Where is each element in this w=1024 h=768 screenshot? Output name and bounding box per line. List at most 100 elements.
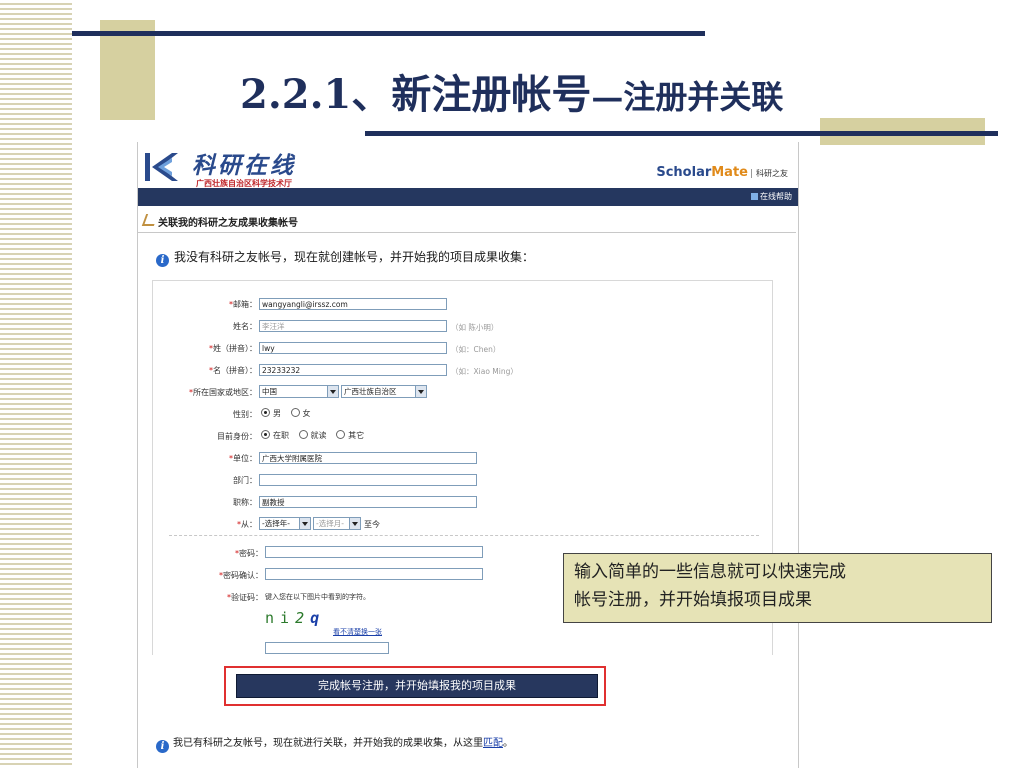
gender-row: 性别： xyxy=(153,408,257,420)
brand-part1: Sch xyxy=(656,165,683,180)
help-icon xyxy=(751,193,758,200)
captcha-instruction: 键入您在以下图片中看到的字符。 xyxy=(265,593,370,601)
callout-line-1: 输入简单的一些信息就可以快速完成 xyxy=(574,562,846,582)
dept-label: 部门： xyxy=(233,476,257,485)
region-row: *所在国家或地区： xyxy=(153,386,257,398)
gender-options: 男 女 xyxy=(261,408,318,419)
slide-title: 2.2.1、新注册帐号—注册并关联 xyxy=(240,62,783,120)
captcha-image: ni2q xyxy=(265,609,325,627)
radio-checked-icon xyxy=(261,408,270,417)
gender-male-radio[interactable]: 男 xyxy=(261,408,281,418)
month-value: -选择月- xyxy=(316,519,344,528)
month-select[interactable]: -选择月- xyxy=(313,517,361,530)
notice-link-account: i 我已有科研之友帐号，现在就进行关联，并开始我的成果收集，从这里匹配。 xyxy=(156,734,513,753)
job-title-label: 职称： xyxy=(233,498,257,507)
radio-checked-icon xyxy=(261,430,270,439)
identity-employed-radio[interactable]: 在职 xyxy=(261,430,289,440)
site-name: 科研在线 xyxy=(192,152,296,179)
identity-student-radio[interactable]: 就读 xyxy=(298,430,327,440)
website-screenshot: 科研在线 广西壮族自治区科学技术厅 ScholarMate 科研之友 在线帮助 关… xyxy=(137,142,799,768)
given-name-hint: （如：Xiao Ming） xyxy=(451,367,518,376)
submit-highlight: 完成帐号注册，并开始填报我的项目成果 xyxy=(224,666,606,706)
slide-title-sub: —注册并关联 xyxy=(591,78,784,116)
name-row: 姓名： xyxy=(153,320,257,332)
pencil-icon xyxy=(141,214,159,226)
given-pinyin-field[interactable]: 23233232 xyxy=(259,364,447,376)
region-label: *所在国家或地区： xyxy=(189,388,257,397)
radio-unchecked-icon xyxy=(290,408,300,417)
info-icon: i xyxy=(156,254,169,267)
unit-label: *单位： xyxy=(229,454,257,463)
form-divider xyxy=(169,535,759,536)
password-row: *密码： xyxy=(153,547,263,559)
password-confirm-field[interactable] xyxy=(265,568,483,580)
logo-mark-icon xyxy=(142,150,184,184)
captcha-row: *验证码： xyxy=(153,591,263,603)
section-label: 关联我的科研之友成果收集帐号 xyxy=(158,218,298,229)
name-field[interactable]: 李汪洋 xyxy=(259,320,447,332)
decorative-line-mid xyxy=(365,131,998,136)
province-select[interactable]: 广西壮族自治区 xyxy=(341,385,427,398)
identity-label: 目前身份： xyxy=(217,432,257,441)
captcha-char-1: n xyxy=(265,609,281,627)
surname-pinyin-field[interactable]: lwy xyxy=(259,342,447,354)
scholarmate-brand[interactable]: ScholarMate 科研之友 xyxy=(656,165,788,180)
name-label: 姓名： xyxy=(233,322,257,331)
captcha-char-3: 2 xyxy=(295,609,311,627)
captcha-refresh-link[interactable]: 看不清楚换一张 xyxy=(333,627,382,637)
to-now-label: 至今 xyxy=(364,520,380,529)
name-hint: （如 陈小明） xyxy=(451,323,499,332)
chevron-down-icon xyxy=(415,386,426,397)
email-field[interactable]: wangyangli@irssz.com xyxy=(259,298,447,310)
dept-field[interactable] xyxy=(259,474,477,486)
from-label: *从： xyxy=(237,520,257,529)
year-select[interactable]: -选择年- xyxy=(259,517,311,530)
chevron-down-icon xyxy=(349,518,360,529)
from-row: *从： xyxy=(153,518,257,530)
identity-other-radio[interactable]: 其它 xyxy=(336,430,364,440)
match-link[interactable]: 匹配 xyxy=(483,738,503,749)
help-link-label: 在线帮助 xyxy=(760,192,792,201)
notice-create-account: i 我没有科研之友帐号，现在就创建帐号，并开始我的项目成果收集： xyxy=(156,248,534,267)
slide-title-main: 2.2.1、新注册帐号 xyxy=(240,71,592,118)
callout-line-2: 帐号注册，并开始填报项目成果 xyxy=(574,590,812,610)
brand-part4: Mate xyxy=(711,165,748,180)
job-title-field[interactable]: 副教授 xyxy=(259,496,477,508)
info-icon: i xyxy=(156,740,169,753)
decorative-line-top xyxy=(72,31,705,36)
surname-hint: （如：Chen） xyxy=(451,345,501,354)
unit-field[interactable]: 广西大学附属医院 xyxy=(259,452,477,464)
title-row: 职称： xyxy=(153,496,257,508)
section-header: 关联我的科研之友成果收集帐号 xyxy=(138,208,796,233)
chevron-down-icon xyxy=(327,386,338,397)
brand-friend: 科研之友 xyxy=(751,169,788,178)
nav-bar: 在线帮助 xyxy=(138,188,798,206)
site-logo[interactable]: 科研在线 广西壮族自治区科学技术厅 xyxy=(142,146,322,188)
province-value: 广西壮族自治区 xyxy=(344,387,397,396)
password-confirm-label: *密码确认： xyxy=(219,571,263,580)
notice-link-text: 我已有科研之友帐号，现在就进行关联，并开始我的成果收集，从这里 xyxy=(173,738,483,749)
complete-registration-button[interactable]: 完成帐号注册，并开始填报我的项目成果 xyxy=(236,674,598,698)
captcha-char-2: i xyxy=(280,609,296,627)
identity-row: 目前身份： xyxy=(153,430,257,442)
captcha-char-4: q xyxy=(310,609,326,627)
captcha-field[interactable] xyxy=(265,642,389,654)
given-name-label: *名（拼音）： xyxy=(209,366,257,375)
notice-create-text: 我没有科研之友帐号，现在就创建帐号，并开始我的项目成果收集： xyxy=(174,250,535,264)
gender-label: 性别： xyxy=(233,410,257,419)
surname-label: *姓（拼音）： xyxy=(209,344,257,353)
country-select[interactable]: 中国 xyxy=(259,385,339,398)
password-field[interactable] xyxy=(265,546,483,558)
gender-female-radio[interactable]: 女 xyxy=(290,408,311,418)
captcha-label: *验证码： xyxy=(227,593,263,602)
radio-unchecked-icon xyxy=(298,430,308,439)
dept-row: 部门： xyxy=(153,474,257,486)
password-confirm-row: *密码确认： xyxy=(153,569,263,581)
radio-unchecked-icon xyxy=(336,430,346,439)
identity-options: 在职 就读 其它 xyxy=(261,430,371,441)
password-label: *密码： xyxy=(235,549,263,558)
help-link[interactable]: 在线帮助 xyxy=(751,191,792,202)
unit-row: *单位： xyxy=(153,452,257,464)
given-name-row: *名（拼音）： xyxy=(153,364,257,376)
notice-link-end: 。 xyxy=(503,738,513,749)
